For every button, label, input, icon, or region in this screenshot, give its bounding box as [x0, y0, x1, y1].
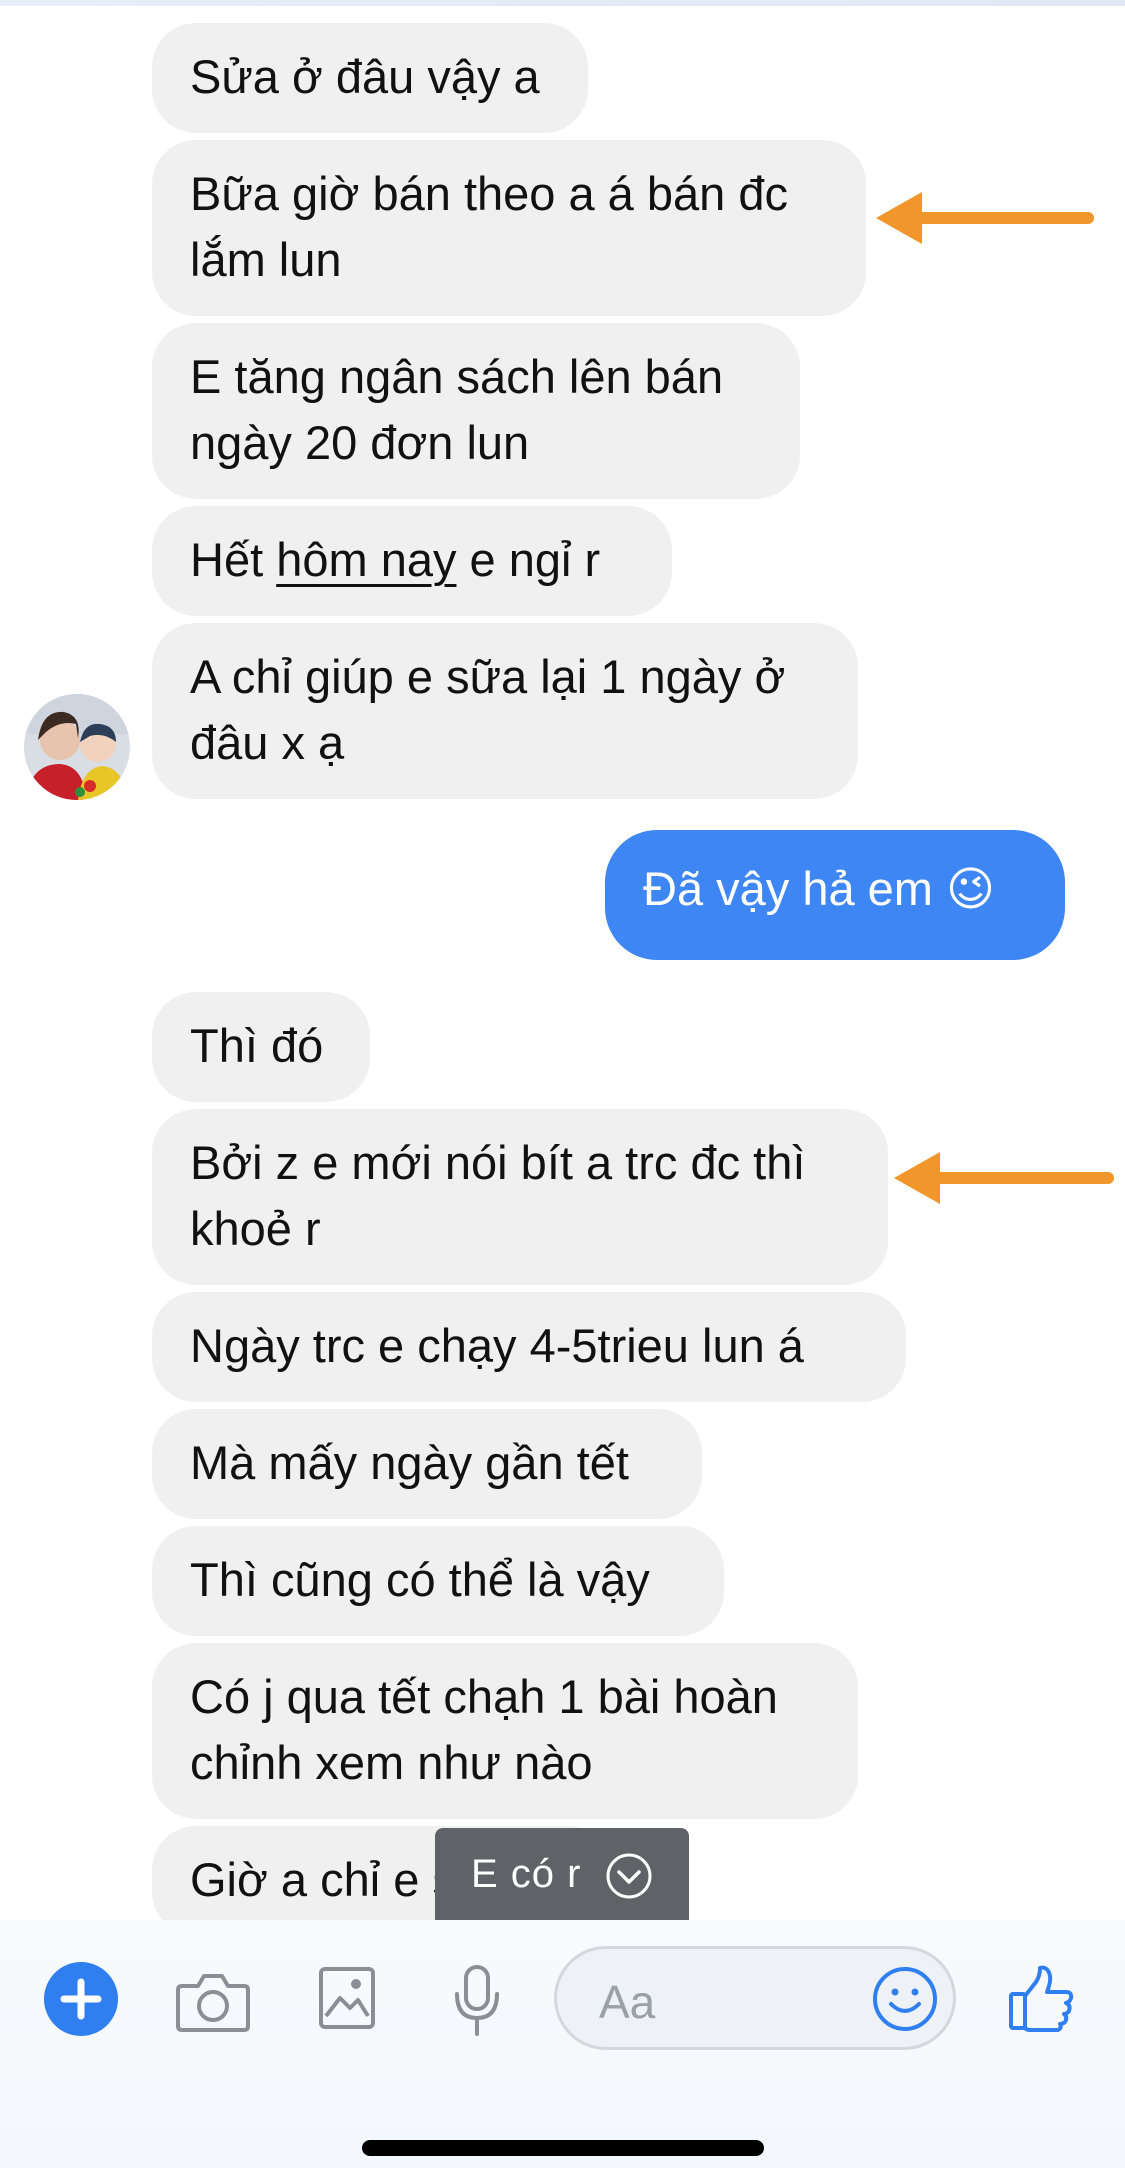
top-edge [0, 0, 1125, 6]
camera-icon[interactable] [176, 1970, 250, 2034]
chevron-down-icon[interactable] [605, 1852, 653, 1900]
message-bubble[interactable]: E tăng ngân sách lên bán ngày 20 đơn lun [152, 323, 800, 499]
microphone-icon[interactable] [452, 1964, 502, 2038]
my-message-bubble[interactable]: Đã vậy hả em 😉 [605, 830, 1065, 960]
image-icon[interactable] [318, 1966, 376, 2030]
message-bubble[interactable]: Sửa ở đâu vậy a [152, 23, 588, 133]
new-message-toast[interactable]: E có r [435, 1828, 689, 1920]
message-bubble[interactable]: Bữa giờ bán theo a á bán đc lắm lun [152, 140, 866, 316]
plus-icon[interactable] [44, 1962, 118, 2036]
message-text: Hết [190, 533, 277, 586]
message-bubble[interactable]: Có j qua tết chạh 1 bài hoàn chỉnh xem n… [152, 1643, 858, 1819]
message-bubble[interactable]: Ngày trc e chạy 4-5trieu lun á [152, 1292, 906, 1402]
date-link[interactable]: hôm nay [276, 533, 456, 586]
contact-avatar[interactable] [24, 694, 130, 800]
message-bubble[interactable]: Bởi z e mới nói bít a trc đc thì khoẻ r [152, 1109, 888, 1285]
message-bubble[interactable]: Thì đó [152, 992, 370, 1102]
home-indicator[interactable] [362, 2140, 764, 2156]
emoji-icon[interactable] [872, 1966, 938, 2032]
thumbs-up-icon[interactable] [1008, 1964, 1074, 2032]
composer-bar [0, 1920, 1125, 2168]
message-bubble[interactable]: Mà mấy ngày gần tết [152, 1409, 702, 1519]
annotation-arrow-icon [876, 192, 1094, 244]
message-input-placeholder: Aa [599, 1976, 656, 2028]
toast-text: E có r [471, 1851, 582, 1896]
message-bubble[interactable]: A chỉ giúp e sữa lại 1 ngày ở đâu x ạ [152, 623, 858, 799]
annotation-arrow-icon [894, 1152, 1114, 1204]
message-bubble[interactable]: Hết hôm nay e ngỉ r [152, 506, 672, 616]
message-text: e ngỉ r [456, 533, 601, 586]
message-bubble[interactable]: Thì cũng có thể là vậy [152, 1526, 724, 1636]
